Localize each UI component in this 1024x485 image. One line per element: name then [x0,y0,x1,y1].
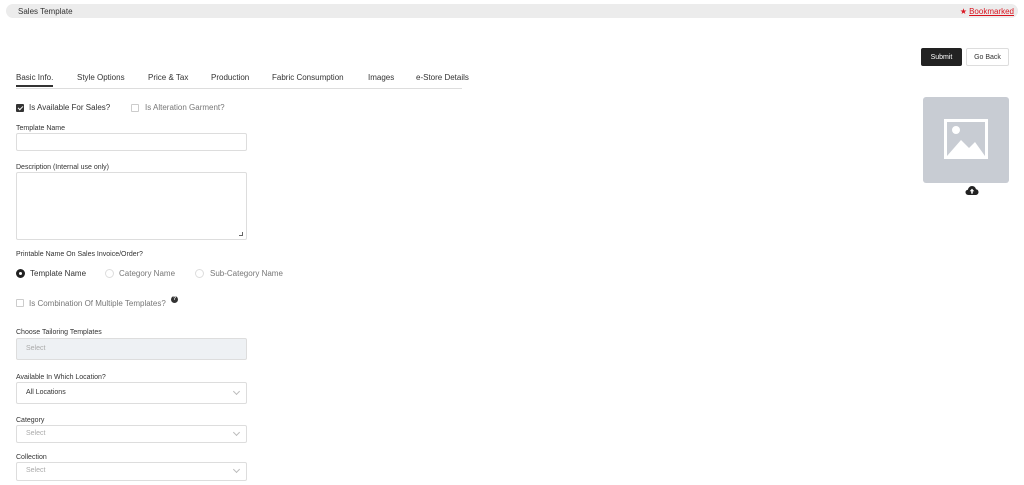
page-header: Sales Template ★ Bookmarked [6,4,1018,18]
alteration-garment-label: Is Alteration Garment? [145,103,225,112]
collection-select[interactable]: Select [16,462,247,481]
tailoring-templates-label: Choose Tailoring Templates [16,329,102,336]
collection-placeholder: Select [26,467,46,474]
image-placeholder-icon [944,119,988,159]
tab-style-options[interactable]: Style Options [77,73,125,82]
radio-category-name-label: Category Name [119,269,176,278]
chevron-down-icon [232,428,241,437]
chevron-down-icon [232,465,241,474]
category-placeholder: Select [26,430,46,437]
tab-bar: Basic Info. Style Options Price & Tax Pr… [16,71,469,89]
printable-name-label: Printable Name On Sales Invoice/Order? [16,251,143,258]
go-back-button[interactable]: Go Back [966,48,1009,66]
template-name-label: Template Name [16,125,66,132]
bookmark-link[interactable]: ★ Bookmarked [960,7,1014,16]
star-icon: ★ [959,7,968,16]
page-title: Sales Template [18,7,73,16]
combination-label: Is Combination Of Multiple Templates? [29,299,166,308]
tailoring-templates-select[interactable]: Select [16,338,247,360]
help-icon[interactable]: ? [171,296,178,303]
location-select[interactable]: All Locations [16,382,247,404]
location-label: Available In Which Location? [16,374,106,381]
cloud-upload-icon[interactable] [965,185,979,196]
submit-button[interactable]: Submit [921,48,962,66]
radio-sub-category-name[interactable] [195,269,204,278]
tailoring-templates-placeholder: Select [26,345,46,352]
tab-production[interactable]: Production [211,73,249,82]
image-preview[interactable] [923,97,1009,183]
available-for-sales-checkbox[interactable] [16,104,24,112]
radio-sub-category-name-label: Sub-Category Name [210,269,283,278]
description-label: Description (Internal use only) [16,164,109,171]
radio-category-name[interactable] [105,269,114,278]
tab-estore-details[interactable]: e-Store Details [416,73,469,82]
category-select[interactable]: Select [16,425,247,443]
bookmark-label: Bookmarked [969,7,1014,16]
alteration-garment-checkbox[interactable] [131,104,139,112]
category-label: Category [16,417,45,424]
available-for-sales-label: Is Available For Sales? [29,103,111,112]
tab-basic-info[interactable]: Basic Info. [16,73,54,87]
description-textarea[interactable] [16,172,247,240]
collection-label: Collection [16,454,47,461]
radio-template-name-label: Template Name [30,269,87,278]
tab-price-tax[interactable]: Price & Tax [148,73,188,82]
chevron-down-icon [232,387,241,396]
radio-template-name[interactable] [16,269,25,278]
tab-fabric-consumption[interactable]: Fabric Consumption [272,73,344,82]
combination-checkbox[interactable] [16,299,24,307]
resize-handle-icon[interactable] [239,232,243,236]
tab-images[interactable]: Images [368,73,394,82]
template-name-input[interactable] [16,133,247,151]
location-value: All Locations [26,389,66,396]
